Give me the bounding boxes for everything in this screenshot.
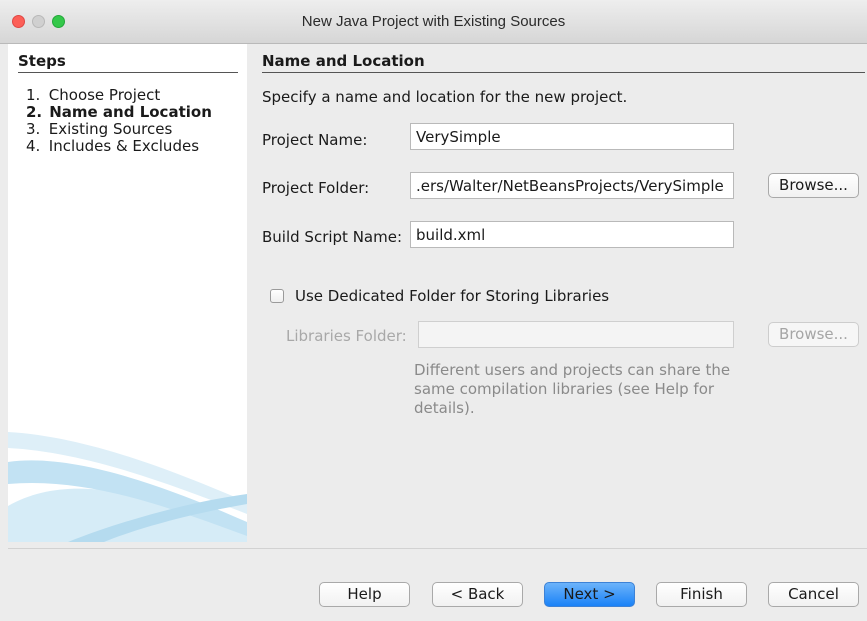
step-item-current: 2. Name and Location — [26, 104, 212, 121]
libraries-folder-label: Libraries Folder: — [286, 327, 407, 345]
step-number: 3. — [26, 120, 41, 138]
steps-list: 1. Choose Project 2. Name and Location 3… — [26, 87, 212, 155]
project-name-input[interactable] — [410, 123, 734, 150]
step-label: Choose Project — [48, 86, 161, 104]
finish-button[interactable]: Finish — [656, 582, 747, 607]
browse-libraries-folder-button[interactable]: Browse... — [768, 322, 859, 347]
help-button[interactable]: Help — [319, 582, 410, 607]
libraries-folder-input[interactable] — [418, 321, 734, 348]
build-script-name-label: Build Script Name: — [262, 228, 403, 246]
build-script-name-input[interactable] — [410, 221, 734, 248]
step-number: 4. — [26, 137, 41, 155]
panel-heading: Name and Location — [262, 52, 865, 73]
step-item: 4. Includes & Excludes — [26, 138, 212, 155]
project-folder-label: Project Folder: — [262, 179, 370, 197]
step-label: Includes & Excludes — [48, 137, 200, 155]
title-bar: New Java Project with Existing Sources — [0, 0, 867, 44]
window-title: New Java Project with Existing Sources — [301, 13, 566, 30]
step-label: Name and Location — [49, 103, 212, 121]
step-number: 1. — [26, 86, 41, 104]
back-button[interactable]: < Back — [432, 582, 523, 607]
instructions-text: Specify a name and location for the new … — [262, 88, 628, 106]
cancel-button[interactable]: Cancel — [768, 582, 859, 607]
button-bar-separator — [8, 548, 867, 549]
libraries-help-text: Different users and projects can share t… — [414, 361, 731, 417]
dedicated-folder-checkbox[interactable] — [270, 289, 284, 303]
step-item: 1. Choose Project — [26, 87, 212, 104]
project-name-label: Project Name: — [262, 131, 368, 149]
dedicated-folder-checkbox-label[interactable]: Use Dedicated Folder for Storing Librari… — [295, 287, 609, 305]
browse-project-folder-button[interactable]: Browse... — [768, 173, 859, 198]
decorative-swoosh-graphic — [8, 432, 247, 542]
steps-heading: Steps — [18, 52, 238, 73]
step-item: 3. Existing Sources — [26, 121, 212, 138]
step-label: Existing Sources — [48, 120, 173, 138]
steps-panel: Steps 1. Choose Project 2. Name and Loca… — [8, 44, 247, 542]
next-button[interactable]: Next > — [544, 582, 635, 607]
step-number: 2. — [26, 103, 43, 121]
project-folder-input[interactable] — [410, 172, 734, 199]
